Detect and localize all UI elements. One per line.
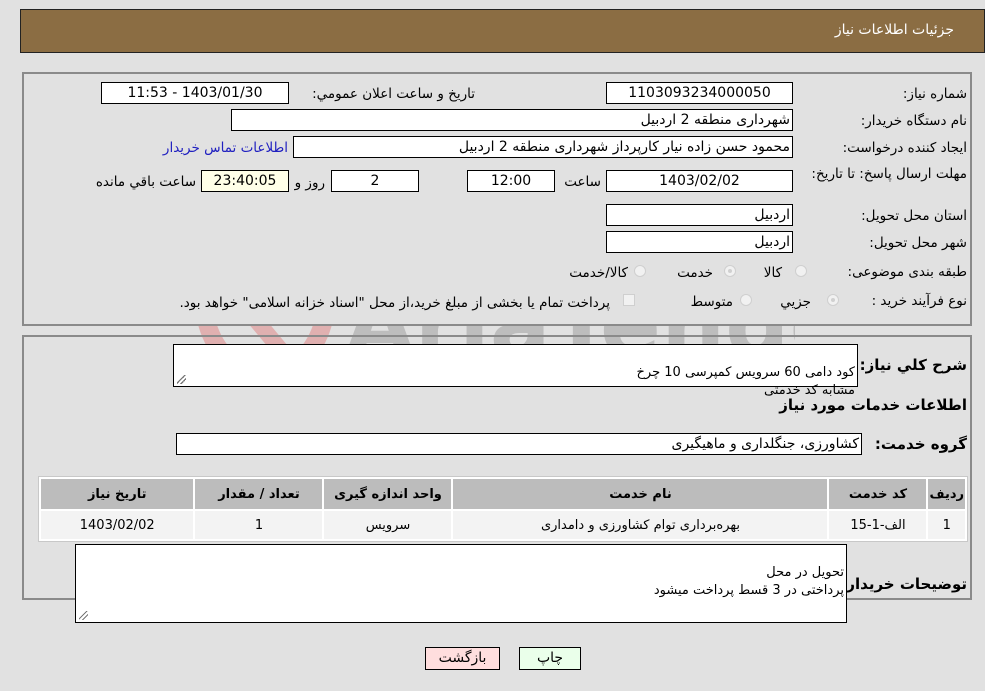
purchase-type-option-minor: جزيي [780,294,811,310]
col-header-service-code: کد خدمت [829,479,927,509]
col-header-unit: واحد اندازه گيری [324,479,452,509]
need-number-field: 1103093234000050 [606,82,793,104]
purchase-type-radio-minor[interactable] [827,294,839,306]
treasury-checkbox[interactable] [623,294,635,306]
province-label: استان محل تحویل: [861,208,967,224]
category-option-goods: کالا [763,265,782,281]
days-remaining-field: 2 [331,170,419,192]
print-button[interactable]: چاپ [519,647,581,670]
deadline-date-field: 1403/02/02 [606,170,793,192]
time-remaining-field: 23:40:05 [201,170,289,192]
description-label: شرح کلي نياز: [859,356,967,374]
cell-unit: سرویس [324,511,452,539]
buyer-org-field: شهرداری منطقه 2 اردبیل [231,109,793,131]
cell-row-number: 1 [928,511,965,539]
services-table: رديف کد خدمت نام خدمت واحد اندازه گيری ت… [38,476,968,542]
requester-label: ایجاد کننده درخواست: [842,140,967,156]
cell-service-name: بهره‌برداری توام کشاورزی و دامداری [453,511,828,539]
category-label: طبقه بندی موضوعی: [847,264,967,280]
announce-datetime-label: تاریخ و ساعت اعلان عمومي: [312,86,475,102]
province-field: اردبیل [606,204,793,226]
table-header-row: رديف کد خدمت نام خدمت واحد اندازه گيری ت… [41,479,965,509]
cell-need-date: 1403/02/02 [41,511,194,539]
purchase-type-label: نوع فرآیند خرید : [871,293,967,309]
buyer-org-label: نام دستگاه خريدار: [860,113,967,129]
table-row: 1 الف-1-15 بهره‌برداری توام کشاورزی و دا… [41,511,965,539]
treasury-note: پرداخت تمام یا بخشی از مبلغ خرید،از محل … [179,295,610,311]
time-remaining-label: ساعت باقي مانده [95,174,196,190]
purchase-type-radio-medium[interactable] [740,294,752,306]
service-group-field: کشاورزی، جنگلداری و ماهیگیری [176,433,862,455]
buyer-notes-textarea[interactable]: تحویل در محل پرداختی در 3 قسط پرداخت میش… [75,544,847,623]
category-radio-goods[interactable] [795,265,807,277]
page-header: جزئیات اطلاعات نیاز [20,9,985,53]
cell-service-code: الف-1-15 [829,511,927,539]
buyer-notes-text: تحویل در محل پرداختی در 3 قسط پرداخت میش… [653,565,844,598]
deadline-label: مهلت ارسال پاسخ: تا تاریخ: [811,166,967,182]
deadline-time-field: 12:00 [467,170,555,192]
page-title: جزئیات اطلاعات نیاز [834,22,954,38]
days-label: روز و [294,175,325,191]
category-option-goods-service: کالا/خدمت [569,265,628,281]
purchase-type-option-medium: متوسط [690,294,733,310]
category-option-service: خدمت [677,265,713,281]
city-label: شهر محل تحویل: [869,235,967,251]
back-button[interactable]: بازگشت [425,647,500,670]
cell-quantity: 1 [195,511,323,539]
col-header-quantity: تعداد / مقدار [195,479,323,509]
services-section-title: اطلاعات خدمات مورد نیاز [779,396,967,414]
service-group-label: گروه خدمت: [874,435,967,453]
buyer-notes-label: توضیحات خریدار: [840,575,967,593]
col-header-service-name: نام خدمت [453,479,828,509]
announce-datetime-field: 1403/01/30 - 11:53 [101,82,289,104]
category-radio-goods-service[interactable] [634,265,646,277]
buyer-contact-link[interactable]: اطلاعات تماس خریدار [163,140,288,156]
col-header-row-number: رديف [928,479,965,509]
resize-grip-icon[interactable] [79,611,88,620]
need-number-label: شماره نیاز: [902,86,967,102]
deadline-time-label: ساعت [564,174,601,190]
requester-field: محمود حسن زاده نیار کارپرداز شهرداری منط… [293,136,793,158]
resize-grip-icon[interactable] [177,375,186,384]
col-header-need-date: تاریخ نیاز [41,479,194,509]
category-radio-service[interactable] [724,265,736,277]
city-field: اردبیل [606,231,793,253]
description-textarea[interactable]: کود دامی 60 سرویس کمپرسی 10 چرخ مشابه کد… [173,344,858,398]
